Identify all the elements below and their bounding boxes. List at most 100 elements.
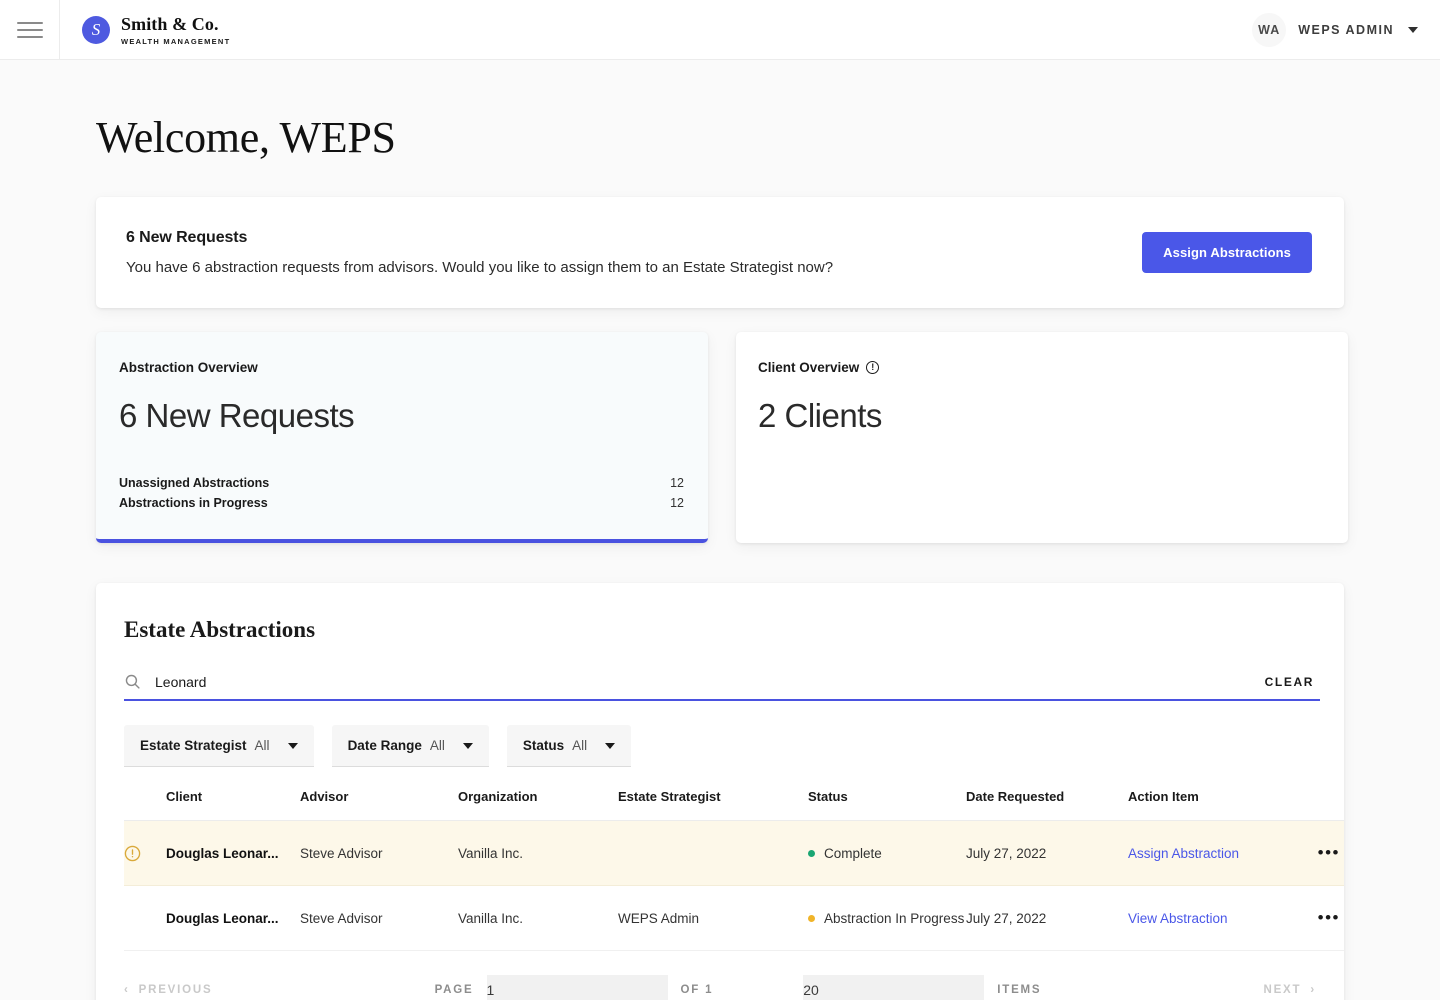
filter-estate-strategist[interactable]: Estate Strategist All [124, 725, 314, 767]
page-word-label: PAGE [434, 984, 474, 996]
filter-label: Status [522, 738, 565, 753]
cell-organization: Vanilla Inc. [458, 820, 618, 886]
view-abstraction-link[interactable]: View Abstraction [1128, 911, 1228, 926]
cell-action-item: View Abstraction [1128, 885, 1288, 951]
hamburger-line [16, 35, 43, 38]
th-label: Action Item [1128, 789, 1199, 804]
status-label: Complete [824, 845, 882, 861]
stat-row: Unassigned Abstractions 12 [119, 473, 684, 493]
new-requests-banner: 6 New Requests You have 6 abstraction re… [96, 197, 1344, 308]
th-status[interactable]: Status [808, 789, 966, 821]
assign-abstraction-link[interactable]: Assign Abstraction [1128, 846, 1239, 861]
avatar-initials: WA [1258, 22, 1281, 37]
brand-logo[interactable]: S Smith & Co. WEALTH MANAGEMENT [60, 14, 230, 46]
cell-status: Abstraction In Progress [808, 885, 966, 951]
th-client[interactable]: Client [166, 789, 300, 821]
cell-date-requested: July 27, 2022 [966, 820, 1128, 886]
client-overview-label-text: Client Overview [758, 360, 860, 375]
hamburger-line [16, 21, 43, 24]
cell-client: Douglas Leonar... [166, 885, 300, 951]
cell-action-item: Assign Abstraction [1128, 820, 1288, 886]
client-name: Douglas Leonar... [166, 845, 279, 861]
status-dot [808, 914, 815, 922]
cell-advisor: Steve Advisor [300, 885, 458, 951]
previous-page-button[interactable]: ‹ PREVIOUS [124, 984, 212, 996]
row-menu-icon[interactable]: ••• [1288, 820, 1344, 886]
filter-value: All [429, 738, 445, 753]
stat-row: Abstractions in Progress 12 [119, 493, 684, 513]
filter-label: Date Range [347, 738, 422, 753]
stat-value: 12 [670, 476, 684, 490]
filter-status[interactable]: Status All [506, 725, 632, 767]
chevron-left-icon: ‹ [124, 984, 130, 996]
estate-abstractions-card: Estate Abstractions CLEAR Estate Strateg… [96, 583, 1344, 1000]
next-label: NEXT [1263, 984, 1302, 996]
cell-advisor: Steve Advisor [300, 820, 458, 886]
sort-icon[interactable] [950, 790, 966, 803]
cell-estate-strategist [618, 820, 808, 886]
overview-card-row: Abstraction Overview 6 New Requests Unas… [96, 332, 1348, 543]
table-row[interactable]: Douglas Leonar... Steve Advisor Vanilla … [124, 885, 1344, 951]
th-organization[interactable]: Organization [458, 789, 618, 821]
chevron-down-icon [287, 742, 298, 749]
filter-label: Estate Strategist [140, 738, 247, 753]
th-estate-strategist[interactable]: Estate Strategist [618, 789, 808, 821]
status-dot [808, 849, 815, 857]
th-label: Estate Strategist [618, 789, 721, 804]
stat-label: Abstractions in Progress [119, 496, 268, 510]
cell-client: Douglas Leonar... [166, 820, 300, 886]
cell-date-requested: July 27, 2022 [966, 885, 1128, 951]
row-flag-cell [124, 885, 166, 951]
top-navigation-bar: S Smith & Co. WEALTH MANAGEMENT WA WEPS … [0, 0, 1440, 60]
chevron-down-icon[interactable] [1408, 26, 1418, 33]
banner-text: You have 6 abstraction requests from adv… [126, 259, 834, 276]
sort-icon[interactable] [602, 790, 618, 803]
table-header-row: Client Advisor Organization Estate Strat… [124, 789, 1344, 821]
avatar[interactable]: WA [1252, 12, 1287, 47]
status-label: Abstraction In Progress [824, 910, 965, 926]
page-number-input[interactable] [486, 975, 668, 1000]
th-action-item: Action Item [1128, 789, 1288, 821]
th-label: Client [166, 789, 203, 804]
page-of-label: OF 1 [680, 984, 714, 996]
th-flag [124, 789, 166, 821]
client-name: Douglas Leonar... [166, 910, 279, 926]
assign-abstractions-button[interactable]: Assign Abstractions [1142, 232, 1312, 273]
sort-icon[interactable] [1112, 790, 1128, 803]
th-label: Date Requested [966, 789, 1065, 804]
page-title: Welcome, WEPS [96, 113, 396, 162]
previous-label: PREVIOUS [138, 984, 213, 996]
search-bar: CLEAR [124, 673, 1320, 701]
search-input[interactable] [155, 673, 1251, 690]
clear-search-button[interactable]: CLEAR [1265, 675, 1320, 689]
warning-circle-icon [124, 845, 141, 861]
cell-organization: Vanilla Inc. [458, 885, 618, 951]
th-label: Organization [458, 789, 538, 804]
cell-status: Complete [808, 820, 966, 886]
brand-mark-icon: S [82, 15, 110, 44]
brand-name: Smith & Co. [121, 13, 219, 34]
filter-value: All [572, 738, 588, 753]
th-advisor[interactable]: Advisor [300, 789, 458, 821]
items-word-label: ITEMS [997, 984, 1042, 996]
user-menu-label[interactable]: WEPS ADMIN [1298, 23, 1394, 37]
filter-row: Estate Strategist All Date Range All Sta… [124, 725, 1320, 767]
table-row[interactable]: Douglas Leonar... Steve Advisor Vanilla … [124, 820, 1344, 886]
th-label: Advisor [300, 789, 349, 804]
client-overview-card[interactable]: Client Overview ! 2 Clients [736, 332, 1348, 543]
brand-initial: S [91, 19, 101, 39]
hamburger-menu-icon[interactable] [0, 0, 59, 60]
abstractions-table: Client Advisor Organization Estate Strat… [124, 789, 1344, 951]
next-page-button[interactable]: NEXT › [1263, 984, 1316, 996]
stat-label: Unassigned Abstractions [119, 476, 270, 490]
row-menu-icon[interactable]: ••• [1288, 885, 1344, 951]
search-icon [125, 674, 140, 689]
filter-date-range[interactable]: Date Range All [331, 725, 489, 767]
section-title: Estate Abstractions [124, 617, 316, 642]
filter-value: All [254, 738, 270, 753]
chevron-right-icon: › [1310, 984, 1316, 996]
abstraction-overview-card[interactable]: Abstraction Overview 6 New Requests Unas… [96, 332, 708, 543]
info-circle-icon[interactable]: ! [866, 361, 880, 374]
items-per-page-input[interactable] [803, 975, 985, 1000]
th-date-requested[interactable]: Date Requested [966, 789, 1128, 821]
